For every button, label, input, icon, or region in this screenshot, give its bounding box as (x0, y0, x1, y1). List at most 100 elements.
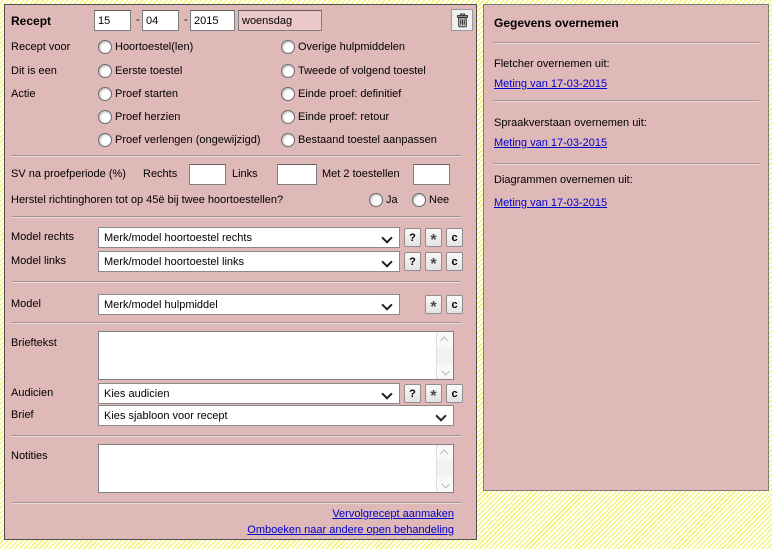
scroll-down-icon[interactable] (437, 477, 453, 492)
divider (493, 163, 759, 165)
model-links-label: Model links (11, 255, 66, 267)
divider (493, 42, 759, 44)
model-rechts-clear-button[interactable]: c (446, 228, 463, 247)
notities-textarea[interactable] (98, 444, 454, 493)
sv-rechts-label: Rechts (143, 168, 177, 180)
radio-eerste-toestel[interactable] (98, 64, 112, 78)
model-rechts-value: Merk/model hoortoestel rechts (104, 232, 252, 244)
divider (12, 281, 461, 283)
asterisk-icon: * (430, 388, 436, 406)
radio-proef-starten[interactable] (98, 87, 112, 101)
radio-proef-verlengen-label: Proef verlengen (ongewijzigd) (115, 134, 261, 146)
sv-met2-input[interactable] (413, 164, 450, 185)
brieftekst-textarea[interactable] (98, 331, 454, 380)
audicien-help-button[interactable]: ? (404, 384, 421, 403)
dit-is-een-label: Dit is een (11, 65, 57, 77)
audicien-clear-button[interactable]: c (446, 384, 463, 403)
chevron-down-icon (381, 256, 392, 267)
scroll-up-icon[interactable] (437, 445, 453, 460)
divider (12, 155, 461, 157)
asterisk-icon: * (430, 256, 436, 274)
vervolgrecept-link[interactable]: Vervolgrecept aanmaken (332, 508, 454, 520)
trash-icon (455, 13, 470, 28)
radio-einde-proef-definitief[interactable] (281, 87, 295, 101)
diagrammen-label: Diagrammen overnemen uit: (494, 174, 633, 186)
brief-value: Kies sjabloon voor recept (104, 410, 228, 422)
model-value: Merk/model hulpmiddel (104, 299, 218, 311)
recept-panel: Recept - - Recept voor Hoortoestel(len) … (4, 4, 477, 540)
sv-rechts-input[interactable] (189, 164, 226, 185)
brief-select[interactable]: Kies sjabloon voor recept (98, 405, 454, 426)
audicien-label: Audicien (11, 387, 53, 399)
spraakverstaan-label: Spraakverstaan overnemen uit: (494, 117, 647, 129)
model-star-button[interactable]: * (425, 295, 442, 314)
date-separator: - (136, 14, 140, 26)
radio-herstel-nee[interactable] (412, 193, 426, 207)
date-year-input[interactable] (190, 10, 235, 31)
fletcher-meting-link[interactable]: Meting van 17-03-2015 (494, 78, 607, 90)
radio-overige-hulpmiddelen-label: Overige hulpmiddelen (298, 41, 405, 53)
spraakverstaan-meting-link[interactable]: Meting van 17-03-2015 (494, 137, 607, 149)
radio-eerste-toestel-label: Eerste toestel (115, 65, 182, 77)
radio-herstel-nee-label: Nee (429, 194, 449, 206)
divider (12, 502, 461, 504)
scroll-down-icon[interactable] (437, 364, 453, 379)
date-separator: - (184, 14, 188, 26)
model-links-clear-button[interactable]: c (446, 252, 463, 271)
audicien-value: Kies audicien (104, 388, 169, 400)
radio-overige-hulpmiddelen[interactable] (281, 40, 295, 54)
radio-tweede-toestel-label: Tweede of volgend toestel (298, 65, 426, 77)
date-day-input[interactable] (94, 10, 131, 31)
divider (12, 322, 461, 324)
recept-voor-label: Recept voor (11, 41, 70, 53)
recept-title: Recept (11, 14, 51, 28)
brieftekst-label: Brieftekst (11, 337, 57, 349)
model-links-select[interactable]: Merk/model hoortoestel links (98, 251, 400, 272)
model-rechts-star-button[interactable]: * (425, 228, 442, 247)
divider (12, 216, 461, 218)
asterisk-icon: * (430, 299, 436, 317)
model-rechts-select[interactable]: Merk/model hoortoestel rechts (98, 227, 400, 248)
radio-proef-verlengen[interactable] (98, 133, 112, 147)
model-links-star-button[interactable]: * (425, 252, 442, 271)
gegevens-title: Gegevens overnemen (494, 16, 619, 30)
radio-hoortoestellen-label: Hoortoestel(len) (115, 41, 193, 53)
model-links-help-button[interactable]: ? (404, 252, 421, 271)
sv-links-input[interactable] (277, 164, 317, 185)
radio-herstel-ja-label: Ja (386, 194, 398, 206)
chevron-down-icon (435, 410, 446, 421)
audicien-star-button[interactable]: * (425, 384, 442, 403)
radio-proef-herzien[interactable] (98, 110, 112, 124)
brief-label: Brief (11, 409, 34, 421)
radio-hoortoestellen[interactable] (98, 40, 112, 54)
radio-tweede-toestel[interactable] (281, 64, 295, 78)
divider (493, 100, 759, 102)
radio-bestaand-toestel-label: Bestaand toestel aanpassen (298, 134, 437, 146)
scroll-up-icon[interactable] (437, 332, 453, 347)
radio-herstel-ja[interactable] (369, 193, 383, 207)
actie-label: Actie (11, 88, 35, 100)
delete-recept-button[interactable] (451, 9, 473, 31)
fletcher-label: Fletcher overnemen uit: (494, 58, 610, 70)
radio-einde-proef-definitief-label: Einde proef: definitief (298, 88, 401, 100)
scrollbar[interactable] (436, 332, 453, 379)
chevron-down-icon (381, 232, 392, 243)
herstel-label: Herstel richtinghoren tot op 45ë bij twe… (11, 194, 283, 206)
diagrammen-meting-link[interactable]: Meting van 17-03-2015 (494, 197, 607, 209)
model-rechts-label: Model rechts (11, 231, 74, 243)
audicien-select[interactable]: Kies audicien (98, 383, 400, 404)
sv-links-label: Links (232, 168, 258, 180)
notities-label: Notities (11, 450, 48, 462)
radio-bestaand-toestel[interactable] (281, 133, 295, 147)
model-clear-button[interactable]: c (446, 295, 463, 314)
date-month-input[interactable] (142, 10, 179, 31)
model-links-value: Merk/model hoortoestel links (104, 256, 244, 268)
radio-einde-proef-retour[interactable] (281, 110, 295, 124)
scrollbar[interactable] (436, 445, 453, 492)
omboeken-link[interactable]: Omboeken naar andere open behandeling (247, 524, 454, 536)
model-rechts-help-button[interactable]: ? (404, 228, 421, 247)
weekday-field (238, 10, 322, 31)
chevron-down-icon (381, 299, 392, 310)
sv-met2-label: Met 2 toestellen (322, 168, 400, 180)
model-select[interactable]: Merk/model hulpmiddel (98, 294, 400, 315)
